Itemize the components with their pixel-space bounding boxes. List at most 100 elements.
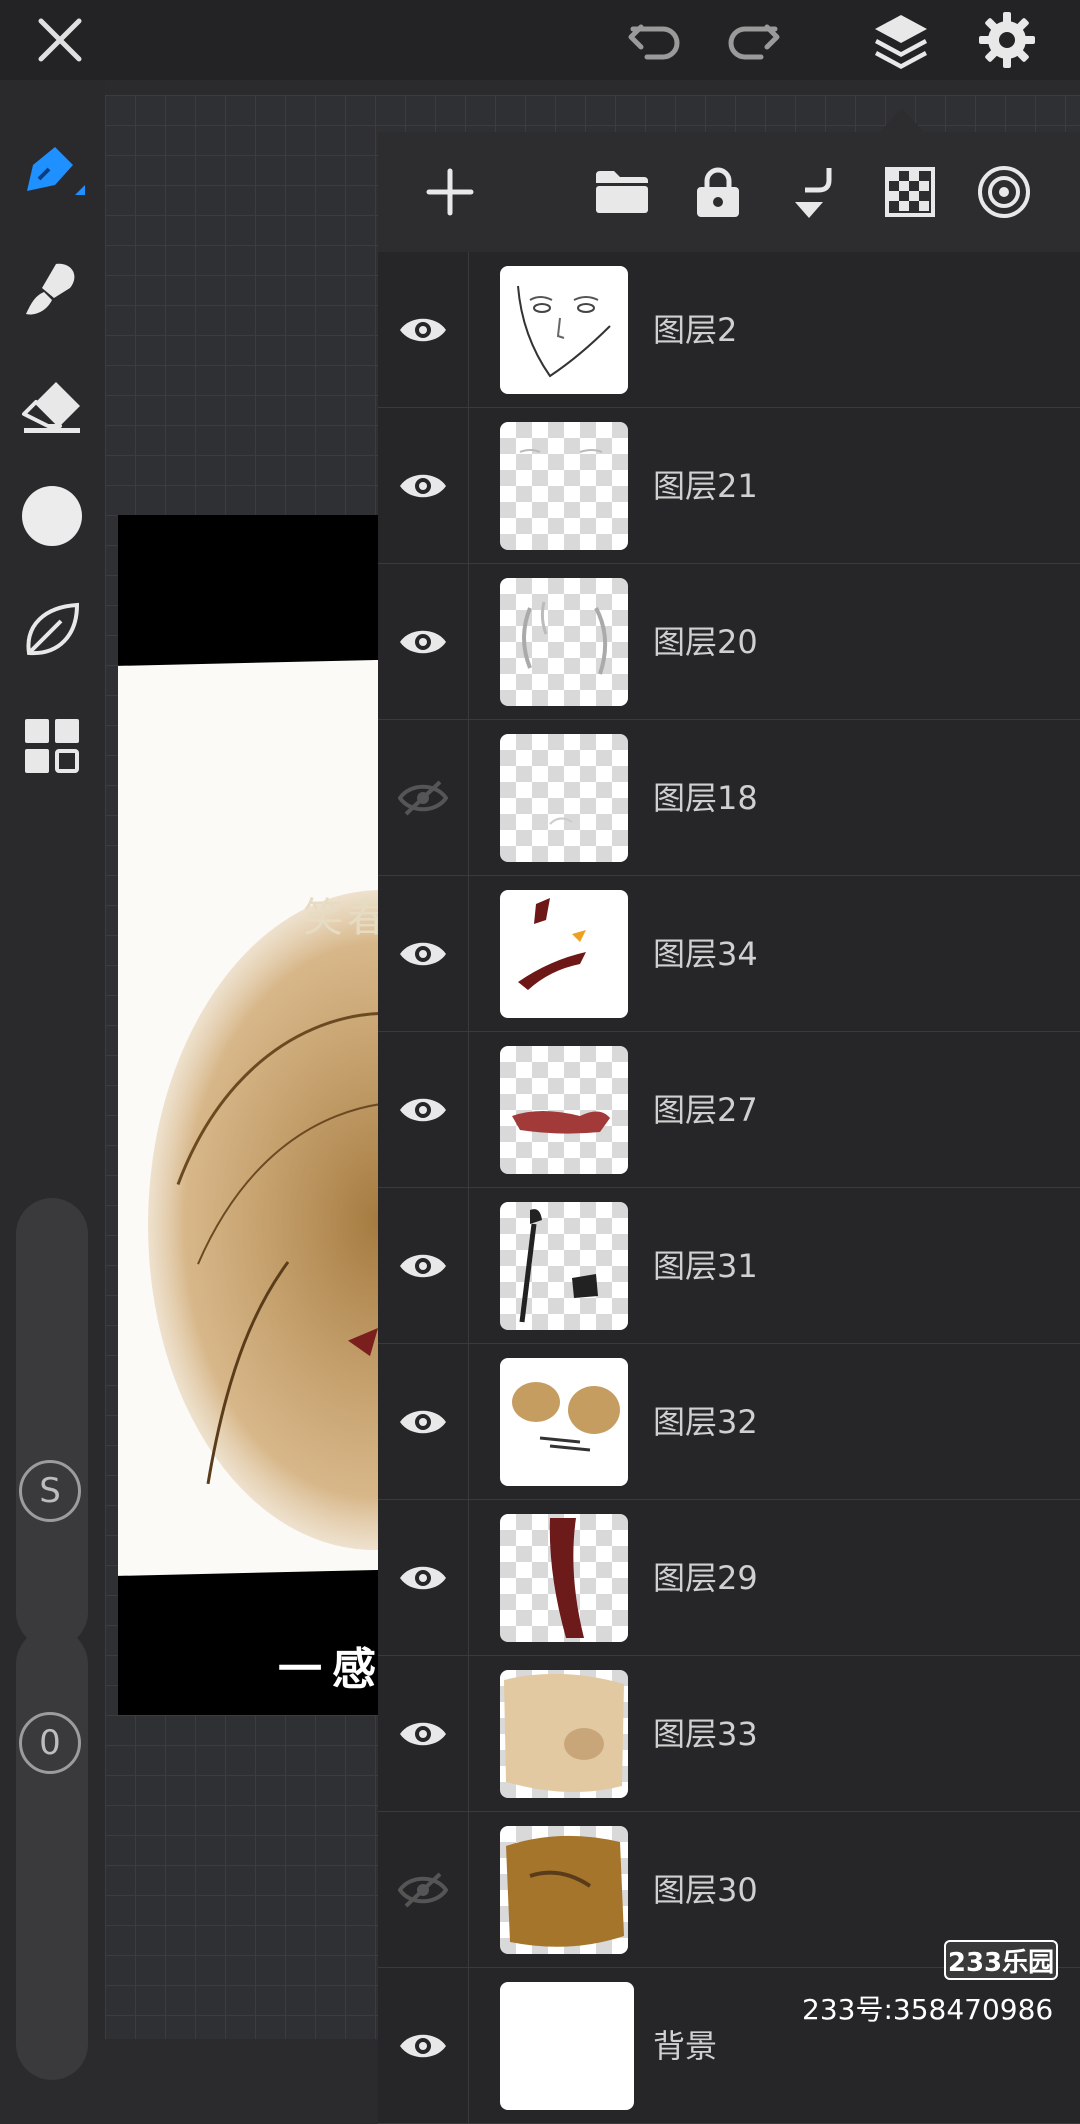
pen-icon	[27, 147, 85, 195]
visibility-toggle[interactable]	[378, 252, 469, 408]
transparency-lock-button[interactable]	[874, 156, 946, 228]
layer-row[interactable]: 图层2	[378, 252, 1080, 408]
layer-thumbnail	[500, 422, 628, 550]
layer-name: 图层31	[653, 1247, 758, 1285]
layer-name: 图层2	[653, 311, 738, 349]
eye-icon	[400, 1566, 446, 1590]
eye-icon	[400, 1098, 446, 1122]
layer-thumbnail	[500, 1046, 628, 1174]
layer-name: 图层30	[653, 1871, 758, 1909]
eye-icon	[400, 2034, 446, 2058]
visibility-toggle[interactable]	[378, 1656, 469, 1812]
layer-row[interactable]: 图层29	[378, 1500, 1080, 1656]
eye-icon	[400, 1410, 446, 1434]
layer-row[interactable]: 图层18	[378, 720, 1080, 876]
lock-button[interactable]	[682, 156, 754, 228]
eye-icon	[400, 630, 446, 654]
color-circle-icon	[22, 486, 82, 546]
layers-icon	[875, 15, 927, 69]
layer-thumbnail	[500, 890, 628, 1018]
target-icon	[978, 166, 1030, 218]
layer-thumbnail	[500, 1670, 628, 1798]
merge-down-icon	[795, 168, 832, 218]
layer-name: 图层20	[653, 623, 758, 661]
layer-row[interactable]: 图层21	[378, 408, 1080, 564]
top-toolbar	[0, 0, 1080, 80]
eraser-icon	[22, 382, 80, 433]
brush-tool-button[interactable]	[16, 252, 88, 324]
add-icon	[426, 168, 474, 216]
layer-name: 图层29	[653, 1559, 758, 1597]
folder-button[interactable]	[586, 156, 658, 228]
layer-thumbnail	[500, 1358, 628, 1486]
visibility-toggle[interactable]	[378, 720, 469, 876]
merge-down-button[interactable]	[778, 156, 850, 228]
layers-panel-toolbar	[378, 132, 1080, 252]
gear-icon	[979, 12, 1035, 68]
eye-icon	[400, 1254, 446, 1278]
layer-thumbnail	[500, 1514, 628, 1642]
layer-name: 图层21	[653, 467, 758, 505]
reference-button[interactable]	[968, 156, 1040, 228]
eye-icon	[400, 1722, 446, 1746]
close-icon	[38, 18, 82, 62]
opacity-slider[interactable]: 0	[16, 1628, 88, 2080]
layer-thumbnail	[500, 266, 628, 394]
tool-sidebar: S 0	[0, 80, 105, 2080]
opacity-knob[interactable]: 0	[19, 1712, 81, 1774]
layer-name: 图层33	[653, 1715, 758, 1753]
watermark-logo: 233乐园	[944, 1940, 1058, 1980]
gallery-button[interactable]	[16, 710, 88, 782]
layer-thumbnail	[500, 1202, 628, 1330]
layer-thumbnail	[500, 1826, 628, 1954]
eye-icon	[400, 942, 446, 966]
layer-name: 图层34	[653, 935, 758, 973]
visibility-toggle[interactable]	[378, 1188, 469, 1344]
layer-name: 图层18	[653, 779, 758, 817]
eye-hidden-icon	[398, 1872, 448, 1908]
panel-pointer	[880, 108, 924, 132]
visibility-toggle[interactable]	[378, 408, 469, 564]
layer-name: 图层27	[653, 1091, 758, 1129]
grid-icon	[25, 719, 79, 773]
layer-row[interactable]: 图层33	[378, 1656, 1080, 1812]
layer-row[interactable]: 图层34	[378, 876, 1080, 1032]
layer-row[interactable]: 图层20	[378, 564, 1080, 720]
watermark-id: 233号:358470986	[802, 1993, 1054, 2026]
adjust-tool-button[interactable]	[16, 594, 88, 666]
layers-panel: 图层2 图层21 图层20 图层18 图层34 图层27 图层31 图层32 图…	[378, 132, 1080, 2124]
eye-hidden-icon	[398, 780, 448, 816]
visibility-toggle[interactable]	[378, 1032, 469, 1188]
visibility-toggle[interactable]	[378, 1968, 469, 2124]
close-button[interactable]	[28, 8, 92, 72]
pen-tool-button[interactable]	[16, 136, 88, 208]
layer-row[interactable]: 图层27	[378, 1032, 1080, 1188]
layer-thumbnail	[500, 578, 628, 706]
redo-icon	[728, 24, 780, 60]
eye-icon	[400, 474, 446, 498]
visibility-toggle[interactable]	[378, 1344, 469, 1500]
visibility-toggle[interactable]	[378, 876, 469, 1032]
redo-button[interactable]	[718, 8, 788, 72]
brush-size-knob[interactable]: S	[19, 1460, 81, 1522]
add-layer-button[interactable]	[414, 156, 486, 228]
transparency-icon	[885, 167, 935, 217]
eye-icon	[400, 318, 446, 342]
color-picker-button[interactable]	[16, 480, 88, 552]
layer-thumbnail	[500, 1982, 634, 2110]
eraser-tool-button[interactable]	[16, 370, 88, 442]
leaf-icon	[26, 602, 80, 656]
layers-button[interactable]	[866, 6, 936, 74]
settings-button[interactable]	[972, 6, 1042, 74]
folder-icon	[596, 171, 648, 213]
artwork-caption: 一感	[278, 1644, 386, 1695]
brush-icon	[26, 263, 75, 315]
layer-row[interactable]: 图层31	[378, 1188, 1080, 1344]
visibility-toggle[interactable]	[378, 1812, 469, 1968]
brush-size-slider[interactable]: S	[16, 1198, 88, 1648]
undo-button[interactable]	[620, 8, 690, 72]
visibility-toggle[interactable]	[378, 564, 469, 720]
visibility-toggle[interactable]	[378, 1500, 469, 1656]
layer-name: 背景	[653, 2027, 718, 2065]
layer-row[interactable]: 图层32	[378, 1344, 1080, 1500]
